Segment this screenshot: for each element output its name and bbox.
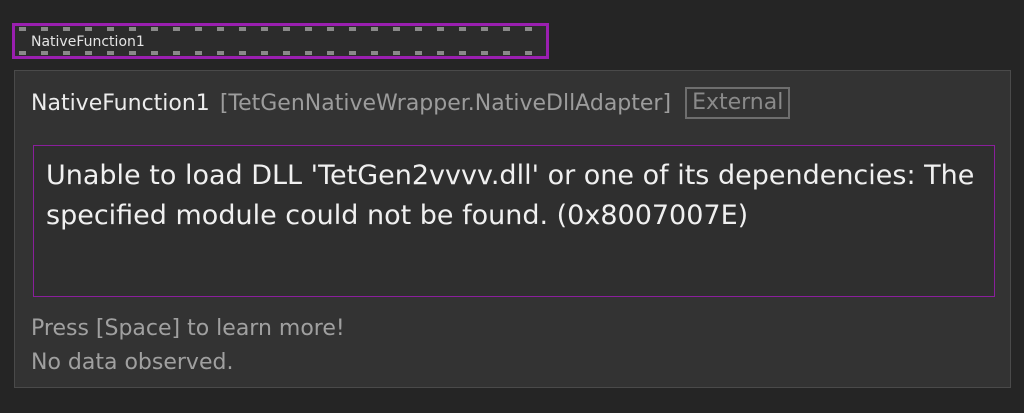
observation-status: No data observed. (31, 350, 234, 375)
error-message-box: Unable to load DLL 'TetGen2vvvv.dll' or … (33, 145, 995, 297)
tooltip-node-name: NativeFunction1 (31, 90, 210, 116)
output-pins[interactable] (19, 51, 542, 55)
node-tooltip: NativeFunction1 [TetGenNativeWrapper.Nat… (14, 70, 1011, 388)
node-title: NativeFunction1 (31, 34, 145, 50)
tooltip-node-type: [TetGenNativeWrapper.NativeDllAdapter] (219, 90, 672, 116)
tooltip-header: NativeFunction1 [TetGenNativeWrapper.Nat… (31, 87, 791, 119)
node-box[interactable]: NativeFunction1 (12, 23, 549, 59)
external-badge: External (685, 87, 791, 119)
input-pins[interactable] (19, 27, 542, 31)
error-message: Unable to load DLL 'TetGen2vvvv.dll' or … (46, 160, 975, 231)
learn-more-hint: Press [Space] to learn more! (31, 316, 345, 341)
